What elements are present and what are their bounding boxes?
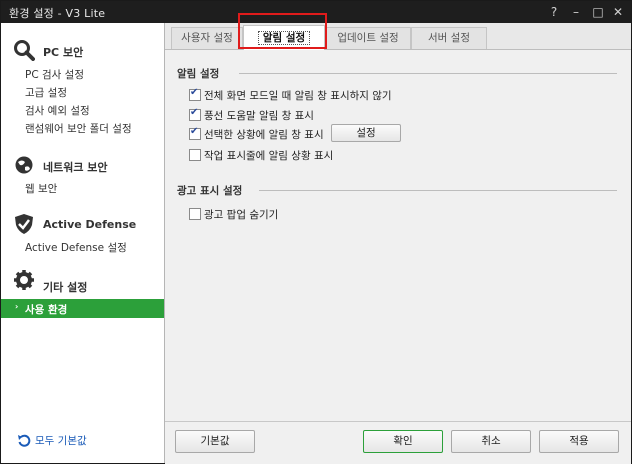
close-button[interactable]: ✕ <box>609 4 627 20</box>
section-title: 기타 설정 <box>43 281 88 294</box>
shield-check-icon <box>15 214 33 234</box>
situation-settings-button[interactable]: 설정 <box>331 124 401 142</box>
sidebar-item-scan-exceptions[interactable]: 검사 예외 설정 <box>25 103 90 118</box>
checkmark-icon: ✔ <box>190 126 199 137</box>
tab-server-settings[interactable]: 서버 설정 <box>411 27 487 49</box>
tab-update-settings[interactable]: 업데이트 설정 <box>325 27 411 49</box>
checkbox[interactable]: ✔ <box>189 107 201 121</box>
help-button[interactable]: ? <box>545 4 563 20</box>
chevron-right-icon: › <box>15 302 19 311</box>
sidebar-item-usage-environment[interactable]: › 사용 환경 <box>1 299 164 318</box>
notification-group-title: 알림 설정 <box>177 68 220 80</box>
cancel-button[interactable]: 취소 <box>451 430 531 453</box>
divider <box>239 73 617 74</box>
footer-bar: 기본값 확인 취소 적용 <box>165 421 631 464</box>
sidebar: PC 보안 PC 검사 설정 고급 설정 검사 예외 설정 랜섬웨어 보안 폴더… <box>1 23 165 463</box>
section-title: 네트워크 보안 <box>43 161 108 174</box>
sidebar-item-active-defense-settings[interactable]: Active Defense 설정 <box>25 240 127 255</box>
option-label: 선택한 상황에 알림 창 표시 <box>204 129 324 141</box>
ok-button[interactable]: 확인 <box>363 430 443 453</box>
sidebar-item-web-security[interactable]: 웹 보안 <box>25 181 57 196</box>
checkbox[interactable] <box>189 208 201 220</box>
default-button[interactable]: 기본값 <box>175 430 255 453</box>
section-title: PC 보안 <box>43 46 84 59</box>
option-label: 풍선 도움말 알림 창 표시 <box>204 110 314 122</box>
option-label: 광고 팝업 숨기기 <box>204 209 279 221</box>
sidebar-item-pc-scan[interactable]: PC 검사 설정 <box>25 67 84 82</box>
undo-icon <box>18 434 31 447</box>
reset-all-label: 모두 기본값 <box>35 435 87 447</box>
section-title: Active Defense <box>43 218 137 231</box>
sidebar-item-label: 사용 환경 <box>25 304 68 316</box>
search-icon <box>14 40 35 61</box>
settings-panel: 알림 설정 ✔ 전체 화면 모드일 때 알림 창 표시하지 않기 ✔ 풍선 도움… <box>165 50 631 420</box>
option-label: 작업 표시줄에 알림 상황 표시 <box>204 150 334 162</box>
globe-icon <box>15 156 33 174</box>
apply-button[interactable]: 적용 <box>539 430 619 453</box>
option-label: 전체 화면 모드일 때 알림 창 표시하지 않기 <box>204 90 392 102</box>
checkbox[interactable]: ✔ <box>189 87 201 101</box>
minimize-button[interactable]: – <box>567 4 585 20</box>
ad-group-title: 광고 표시 설정 <box>177 185 243 197</box>
maximize-button[interactable]: □ <box>589 4 607 20</box>
checkmark-icon: ✔ <box>190 87 199 98</box>
divider <box>259 190 617 191</box>
settings-window: 환경 설정 - V3 Lite ? – □ ✕ PC 보안 PC 검사 설정 고… <box>0 0 632 464</box>
checkbox[interactable]: ✔ <box>189 126 201 140</box>
checkmark-icon: ✔ <box>190 107 199 118</box>
tab-bar: 사용자 설정 알림 설정 업데이트 설정 서버 설정 <box>165 23 631 50</box>
sidebar-item-ransomware-folder[interactable]: 랜섬웨어 보안 폴더 설정 <box>25 121 132 136</box>
sidebar-item-advanced[interactable]: 고급 설정 <box>25 85 67 100</box>
highlight-box <box>238 13 327 49</box>
tab-user-settings[interactable]: 사용자 설정 <box>171 27 243 49</box>
checkbox[interactable] <box>189 149 201 161</box>
gear-icon <box>14 270 34 290</box>
window-title: 환경 설정 - V3 Lite <box>9 7 106 20</box>
